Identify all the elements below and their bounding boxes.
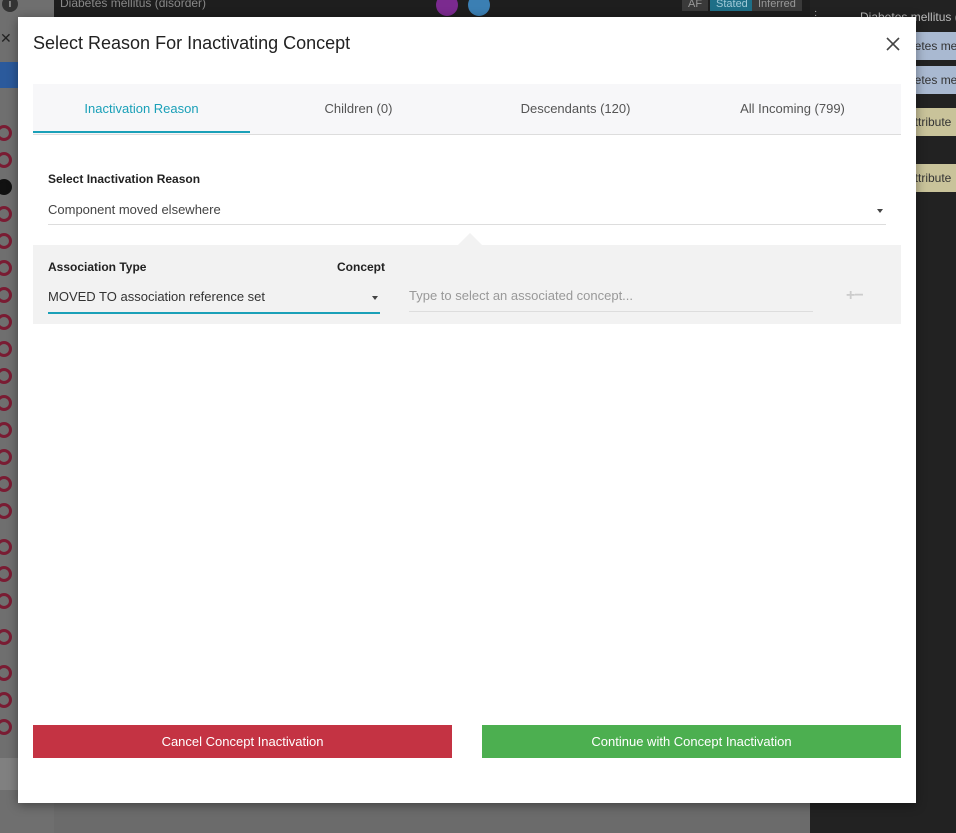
association-panel: Association Type Concept MOVED TO associ… (33, 233, 901, 324)
status-ring-icon (0, 566, 12, 582)
tab-all-incoming[interactable]: All Incoming (799) (684, 84, 901, 134)
background-concept-title: Diabetes mellitus (disorder) (60, 0, 207, 10)
status-ring-icon (0, 719, 12, 735)
background-right-card: attribute (914, 164, 956, 192)
status-ring-icon (0, 593, 12, 609)
background-footer-block (0, 758, 18, 790)
background-right-card: betes me (914, 32, 956, 60)
status-ring-icon (0, 206, 12, 222)
background-pill-stated: Stated (710, 0, 754, 11)
status-ring-icon (0, 368, 12, 384)
status-ring-icon (0, 314, 12, 330)
background-pill-inferred: Inferred (752, 0, 802, 11)
concept-label: Concept (337, 260, 385, 274)
status-ring-icon (0, 476, 12, 492)
background-right-card: attribute (914, 108, 956, 136)
status-ring-icon (0, 665, 12, 681)
status-ring-icon (0, 125, 12, 141)
close-icon (886, 37, 900, 51)
background-right-card: betes me (914, 66, 956, 94)
modal-title: Select Reason For Inactivating Concept (33, 33, 351, 53)
continue-inactivation-button[interactable]: Continue with Concept Inactivation (482, 725, 901, 758)
status-ring-icon (0, 260, 12, 276)
status-ring-icon (0, 152, 12, 168)
inactivation-modal: Select Reason For Inactivating Concept I… (18, 17, 916, 803)
background-concept-header: Diabetes mellitus (disorder) AF Stated I… (54, 0, 810, 18)
background-blue-strip (0, 62, 18, 88)
add-remove-association-icon[interactable]: +− (846, 287, 864, 305)
background-pill-af: AF (682, 0, 709, 11)
status-ring-icon (0, 287, 12, 303)
inactivation-reason-select[interactable]: Component moved elsewhere (48, 202, 886, 225)
cancel-inactivation-button[interactable]: Cancel Concept Inactivation (33, 725, 452, 758)
tab-bar: Inactivation Reason Children (0) Descend… (33, 84, 901, 135)
tab-children[interactable]: Children (0) (250, 84, 467, 134)
associated-concept-input[interactable] (409, 279, 813, 312)
status-ring-icon (0, 539, 12, 555)
close-icon: ✕ (0, 30, 12, 46)
caret-down-icon (877, 209, 883, 213)
tab-descendants[interactable]: Descendants (120) (467, 84, 684, 134)
status-ring-icon (0, 692, 12, 708)
status-ring-icon (0, 341, 12, 357)
status-ring-icon (0, 449, 12, 465)
inactivation-reason-value: Component moved elsewhere (48, 202, 221, 217)
status-ring-icon (0, 503, 12, 519)
status-ring-icon (0, 629, 12, 645)
panel-notch (458, 233, 482, 245)
status-dot-icon (0, 179, 12, 195)
close-button[interactable] (884, 35, 902, 53)
document-icon (436, 0, 458, 16)
status-ring-icon (0, 233, 12, 249)
association-type-label: Association Type (48, 260, 147, 274)
inactivation-reason-label: Select Inactivation Reason (48, 172, 201, 186)
association-type-value: MOVED TO association reference set (48, 289, 266, 304)
edit-icon (468, 0, 490, 16)
status-ring-icon (0, 395, 12, 411)
tab-inactivation-reason[interactable]: Inactivation Reason (33, 84, 250, 133)
association-type-select[interactable]: MOVED TO association reference set (48, 288, 380, 314)
info-icon: i (2, 0, 18, 12)
caret-down-icon (372, 296, 378, 300)
status-ring-icon (0, 422, 12, 438)
